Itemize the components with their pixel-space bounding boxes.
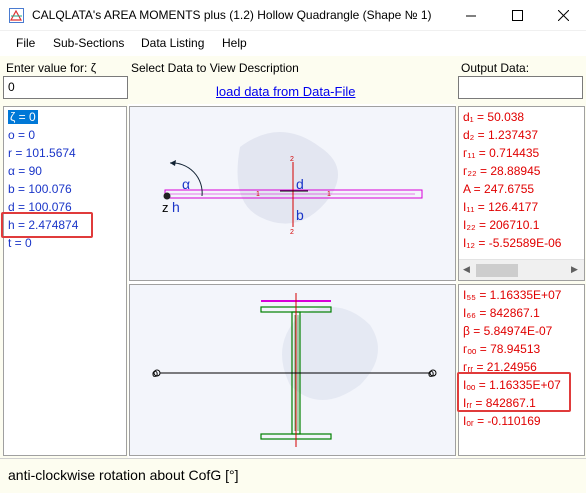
output-ior: Iₒᵣ = -0.110169 xyxy=(463,414,541,428)
o-left-label: o xyxy=(152,368,158,380)
shape-diagram-top: α d b z h 2 2 1 1 xyxy=(162,132,423,236)
output-r11: ᴦ₁₁ = 0.714435 xyxy=(463,146,540,160)
value-input[interactable]: 0 xyxy=(3,76,128,99)
shape-view-top: α d b z h 2 2 1 1 xyxy=(129,106,456,281)
menu-sub-sections[interactable]: Sub-Sections xyxy=(53,36,124,50)
list-item-alpha[interactable]: α = 90 xyxy=(8,164,42,178)
input-data-list[interactable]: ζ = 0 o = 0 r = 101.5674 α = 90 b = 100.… xyxy=(3,106,127,456)
output-i11: I₁₁ = 126.4177 xyxy=(463,200,539,214)
scroll-thumb[interactable] xyxy=(476,264,518,277)
horizontal-scrollbar[interactable]: ◀ ▶ xyxy=(459,259,584,280)
output-i66: I₆₆ = 842867.1 xyxy=(463,306,540,320)
output-list-top[interactable]: d₁ = 50.038 d₂ = 1.237437 ᴦ₁₁ = 0.714435… xyxy=(458,106,585,281)
data-hint: Select Data to View Description xyxy=(131,61,299,75)
output-i22: I₂₂ = 206710.1 xyxy=(463,218,540,232)
axis-1-right-label: 1 xyxy=(327,191,331,198)
load-data-link[interactable]: load data from Data-File xyxy=(216,84,355,99)
highlight-ioo-irr xyxy=(457,372,571,412)
output-roo: ᴦₒₒ = 78.94513 xyxy=(463,342,541,356)
d-label: d xyxy=(296,176,304,192)
title-bar: CALQLATA's AREA MOMENTS plus (1.2) Hollo… xyxy=(0,0,586,31)
b-label: b xyxy=(296,207,304,223)
output-i55: I₅₅ = 1.16335E+07 xyxy=(463,288,562,302)
menu-file[interactable]: File xyxy=(16,36,35,50)
output-d1: d₁ = 50.038 xyxy=(463,110,525,124)
minimize-icon xyxy=(465,15,476,17)
status-text: anti-clockwise rotation about CofG [°] xyxy=(8,467,239,483)
input-label: Enter value for: ζ xyxy=(6,61,96,75)
scroll-left-icon[interactable]: ◀ xyxy=(463,264,470,275)
alpha-label: α xyxy=(182,176,190,192)
maximize-button[interactable] xyxy=(494,0,540,31)
close-button[interactable] xyxy=(540,0,586,31)
list-item-b[interactable]: b = 100.076 xyxy=(8,182,72,196)
scroll-right-icon[interactable]: ▶ xyxy=(571,264,578,275)
list-item-zeta[interactable]: ζ = 0 xyxy=(8,110,38,124)
o-right-label: o xyxy=(428,368,434,380)
axis-2-top-label: 2 xyxy=(290,156,294,163)
h-label: h xyxy=(172,199,180,215)
app-icon xyxy=(9,8,24,23)
menu-help[interactable]: Help xyxy=(222,36,247,50)
close-icon xyxy=(557,10,569,21)
status-bar: anti-clockwise rotation about CofG [°] xyxy=(0,458,586,493)
list-item-r[interactable]: r = 101.5674 xyxy=(8,146,76,160)
output-r22: ᴦ₂₂ = 28.88945 xyxy=(463,164,541,178)
output-field[interactable] xyxy=(458,76,583,99)
z-label: z xyxy=(162,200,169,215)
output-d2: d₂ = 1.237437 xyxy=(463,128,539,142)
output-beta: β = 5.84974E-07 xyxy=(463,324,553,338)
minimize-button[interactable] xyxy=(448,0,494,31)
output-i12: I₁₂ = -5.52589E-06 xyxy=(463,236,562,250)
shape-diagram-bottom: o o xyxy=(152,293,437,447)
maximize-icon xyxy=(511,10,523,21)
axis-1-left-label: 1 xyxy=(256,191,260,198)
list-item-t[interactable]: t = 0 xyxy=(8,236,32,250)
window-title: CALQLATA's AREA MOMENTS plus (1.2) Hollo… xyxy=(32,8,432,22)
highlight-h xyxy=(1,212,93,238)
shape-view-bottom: o o xyxy=(129,284,456,456)
output-list-bottom[interactable]: I₅₅ = 1.16335E+07 I₆₆ = 842867.1 β = 5.8… xyxy=(458,284,585,456)
menu-data-listing[interactable]: Data Listing xyxy=(141,36,204,50)
axis-2-bottom-label: 2 xyxy=(290,229,294,236)
list-item-o[interactable]: o = 0 xyxy=(8,128,35,142)
output-area: A = 247.6755 xyxy=(463,182,535,196)
list-item-label: ζ = 0 xyxy=(8,110,38,124)
menu-bar: File Sub-Sections Data Listing Help xyxy=(0,31,586,55)
output-label: Output Data: xyxy=(461,61,530,75)
